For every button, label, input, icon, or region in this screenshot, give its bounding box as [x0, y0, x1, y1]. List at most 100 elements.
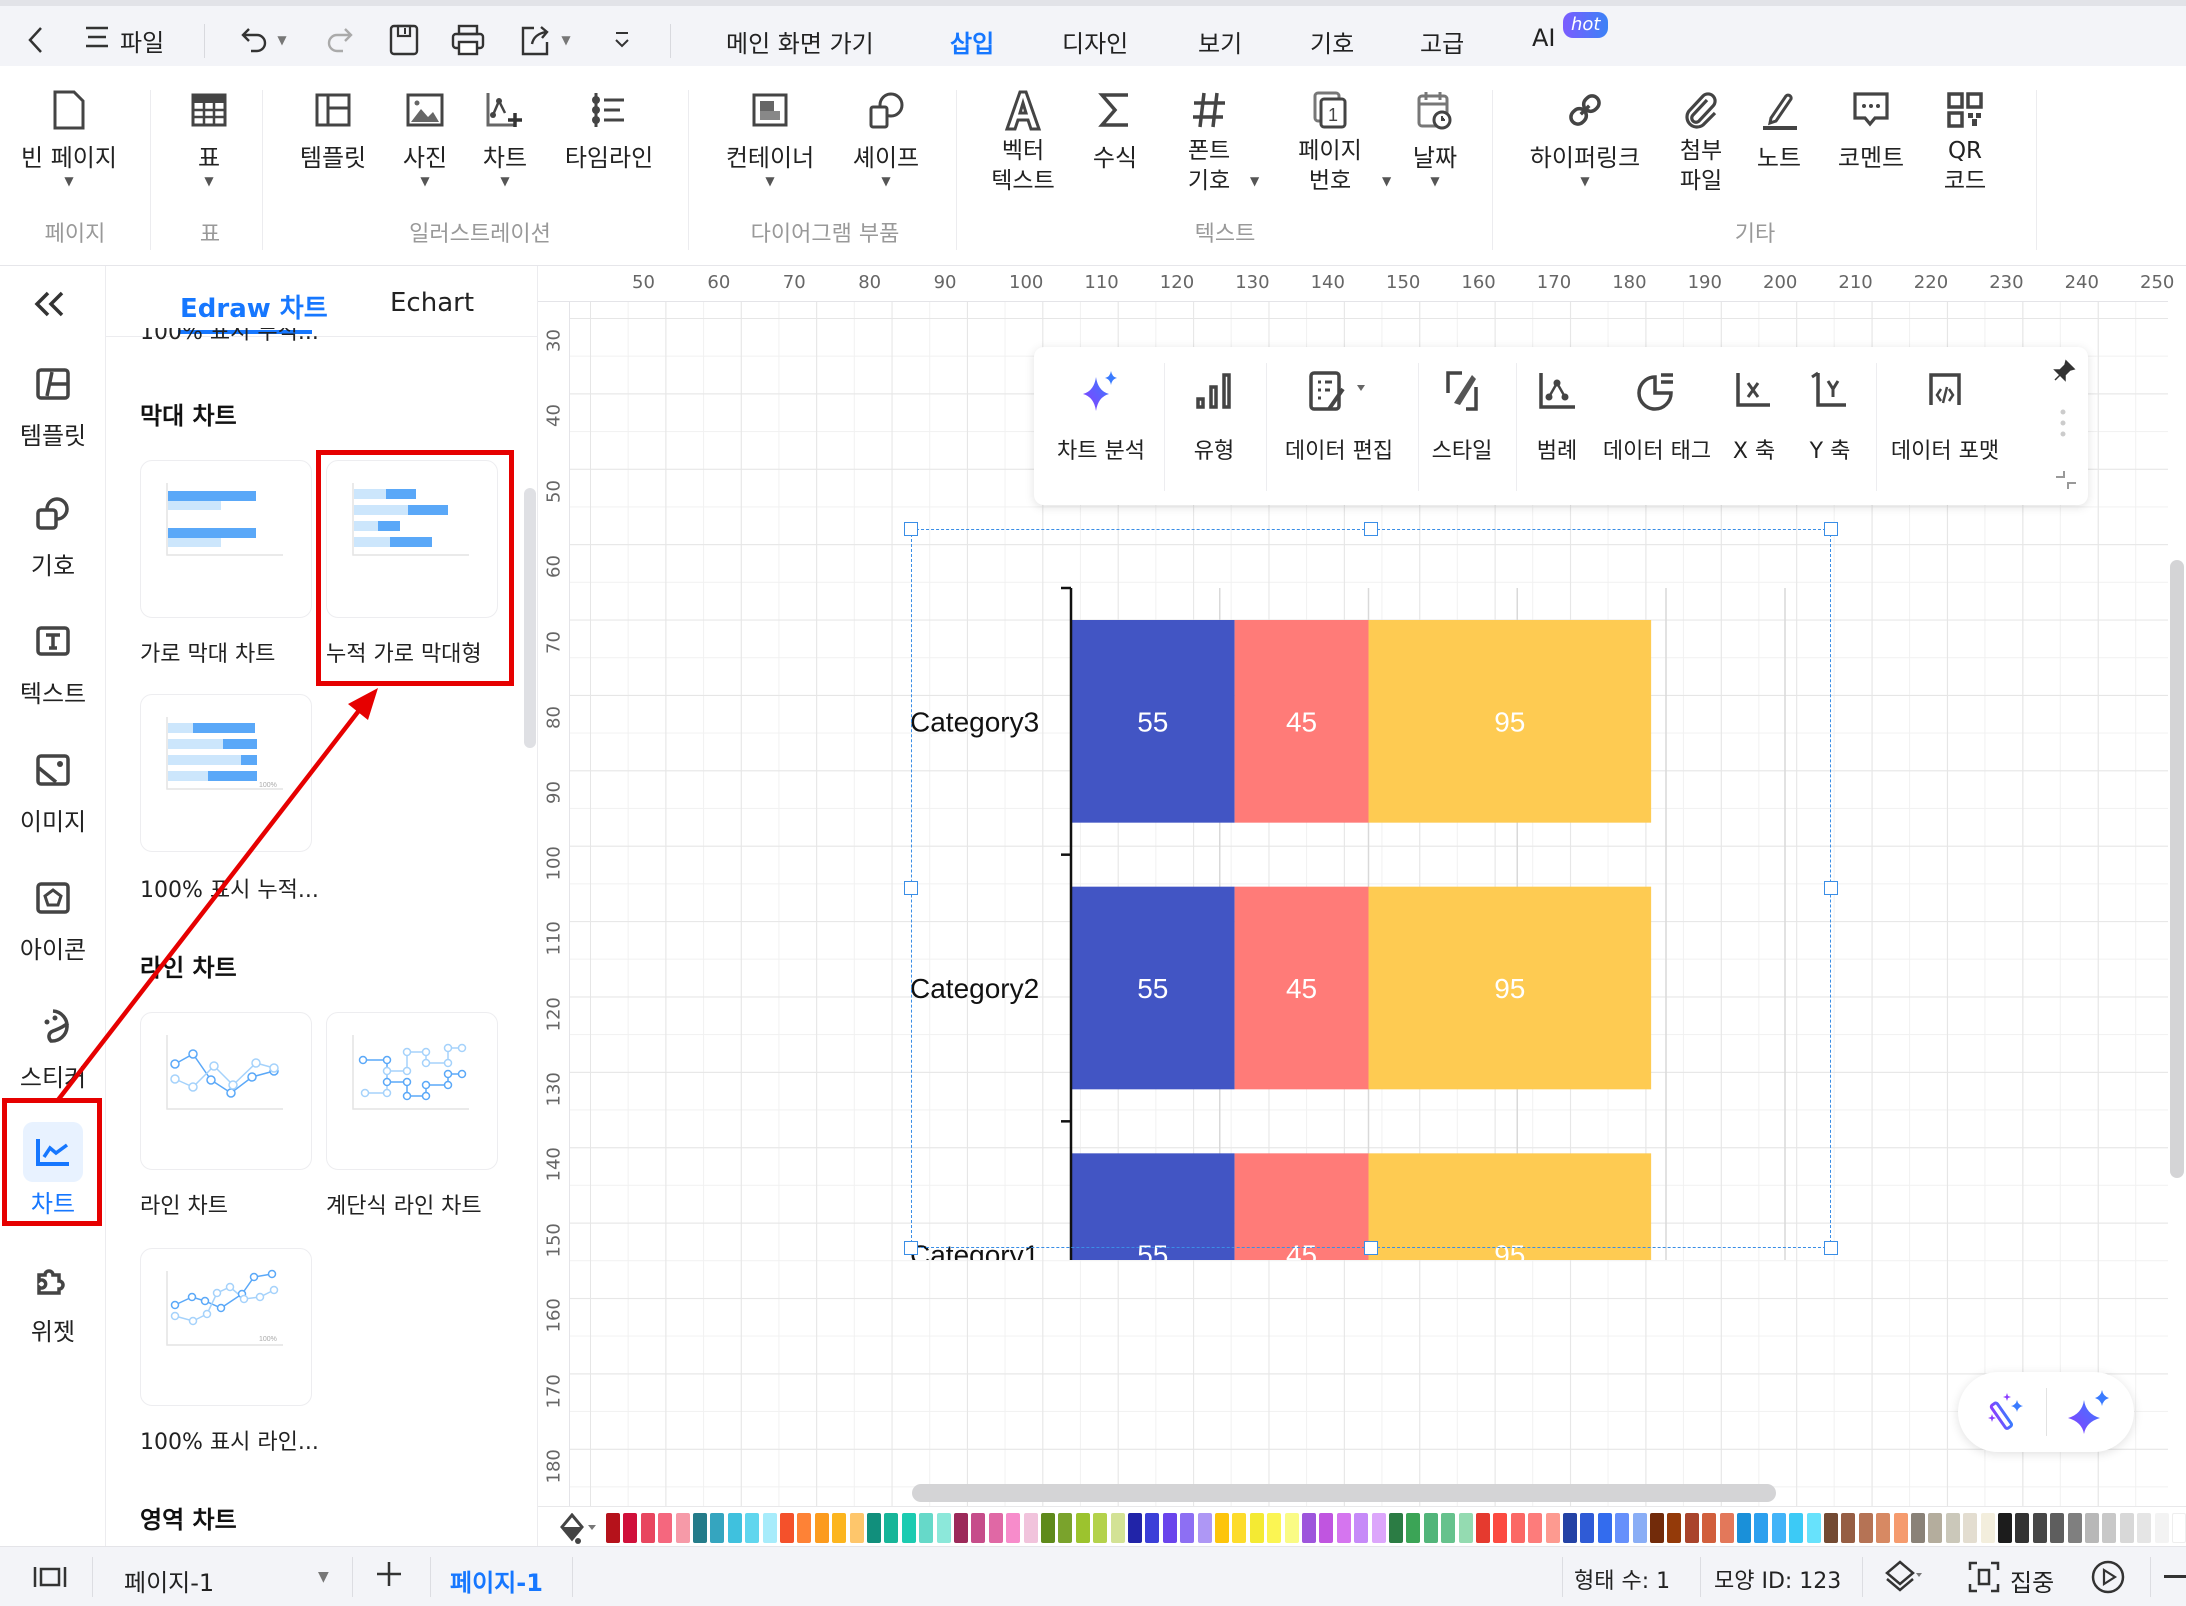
note-button[interactable]: 노트 — [1744, 86, 1814, 174]
color-swatch[interactable] — [1737, 1513, 1751, 1543]
color-swatch[interactable] — [988, 1513, 1003, 1543]
color-swatch[interactable] — [693, 1513, 707, 1543]
color-swatch[interactable] — [710, 1513, 725, 1543]
color-swatch[interactable] — [1876, 1513, 1891, 1543]
color-swatch[interactable] — [1336, 1513, 1351, 1543]
legend-button[interactable]: 범례 — [1522, 367, 1592, 465]
page-dropdown-icon[interactable]: ▼ — [318, 1569, 329, 1585]
tab-view[interactable]: 보기 — [1198, 24, 1242, 59]
color-swatch[interactable] — [1528, 1513, 1543, 1543]
color-swatch[interactable] — [1911, 1513, 1925, 1543]
color-swatch[interactable] — [1806, 1513, 1821, 1543]
color-swatch[interactable] — [1302, 1513, 1316, 1543]
resize-corner-icon[interactable] — [2054, 471, 2078, 495]
color-swatch[interactable] — [1684, 1513, 1699, 1543]
color-swatch[interactable] — [1580, 1513, 1595, 1543]
color-swatch[interactable] — [1563, 1513, 1577, 1543]
color-swatch[interactable] — [1702, 1513, 1717, 1543]
data-format-button[interactable]: 데이터 포맷 — [1880, 367, 2010, 465]
zoom-out-icon[interactable] — [2164, 1575, 2186, 1578]
color-swatch[interactable] — [2067, 1513, 2082, 1543]
color-swatch[interactable] — [640, 1513, 655, 1543]
color-swatch[interactable] — [1162, 1513, 1177, 1543]
tab-home[interactable]: 메인 화면 가기 — [726, 24, 874, 59]
data-tag-button[interactable]: 데이터 태그 — [1602, 367, 1712, 465]
rail-item-image[interactable]: 이미지 — [0, 740, 106, 837]
color-swatch[interactable] — [1041, 1513, 1055, 1543]
color-swatch[interactable] — [971, 1513, 986, 1543]
font-symbol-button[interactable]: 폰트 기호 — [1174, 86, 1244, 196]
file-menu-button[interactable]: 파일 — [84, 18, 164, 62]
color-swatch[interactable] — [606, 1513, 620, 1543]
color-swatch[interactable] — [1354, 1513, 1369, 1543]
template-button[interactable]: 템플릿 — [290, 86, 376, 174]
tab-echart[interactable]: Echart — [390, 288, 474, 318]
pin-icon[interactable] — [2052, 359, 2076, 387]
tab-symbol[interactable]: 기호 — [1310, 24, 1354, 59]
layers-icon[interactable] — [1884, 1559, 1924, 1599]
color-swatch[interactable] — [780, 1513, 794, 1543]
color-swatch[interactable] — [1232, 1513, 1247, 1543]
color-swatch[interactable] — [867, 1513, 881, 1543]
tab-ai[interactable]: AI — [1532, 24, 1556, 52]
color-swatch[interactable] — [884, 1513, 899, 1543]
color-swatch[interactable] — [1145, 1513, 1160, 1543]
x-axis-button[interactable]: X 축 — [1724, 367, 1784, 465]
page-number-button[interactable]: 1 페이지 번호 — [1290, 86, 1370, 196]
color-swatch[interactable] — [745, 1513, 760, 1543]
color-swatch[interactable] — [675, 1513, 690, 1543]
print-icon[interactable] — [450, 22, 486, 58]
timeline-button[interactable]: 타임라인 — [556, 86, 662, 174]
color-swatch[interactable] — [623, 1513, 638, 1543]
chart-type-button[interactable]: 유형 — [1174, 367, 1254, 465]
color-swatch[interactable] — [936, 1513, 951, 1543]
resize-handle-left[interactable] — [904, 881, 918, 895]
more-tools-icon[interactable] — [604, 22, 640, 58]
color-swatch[interactable] — [1319, 1513, 1334, 1543]
color-swatch[interactable] — [1945, 1513, 1960, 1543]
tab-design[interactable]: 디자인 — [1062, 24, 1128, 59]
color-swatch[interactable] — [2015, 1513, 2030, 1543]
resize-handle-bottom-left[interactable] — [904, 1241, 918, 1255]
resize-handle-top-left[interactable] — [904, 522, 918, 536]
color-swatch[interactable] — [814, 1513, 829, 1543]
color-swatch[interactable] — [1980, 1513, 1995, 1543]
save-icon[interactable] — [386, 22, 422, 58]
resize-handle-top-right[interactable] — [1824, 522, 1838, 536]
color-swatch[interactable] — [2050, 1513, 2065, 1543]
color-swatch[interactable] — [1389, 1513, 1403, 1543]
horizontal-scroll-thumb[interactable] — [912, 1484, 1776, 1502]
color-swatch[interactable] — [901, 1513, 916, 1543]
color-swatch[interactable] — [2172, 1513, 2186, 1543]
blank-page-button[interactable]: 빈 페이지 ▼ — [14, 86, 124, 188]
color-swatch[interactable] — [762, 1513, 777, 1543]
color-swatch[interactable] — [1458, 1513, 1473, 1543]
color-swatch[interactable] — [1180, 1513, 1195, 1543]
color-swatch[interactable] — [849, 1513, 864, 1543]
undo-dropdown-icon[interactable]: ▼ — [272, 22, 292, 58]
resize-handle-right[interactable] — [1824, 881, 1838, 895]
tab-advanced[interactable]: 고급 — [1420, 24, 1464, 59]
color-swatch[interactable] — [1928, 1513, 1943, 1543]
collapse-panel-icon[interactable] — [32, 290, 68, 322]
color-swatch[interactable] — [2119, 1513, 2134, 1543]
color-swatch[interactable] — [1963, 1513, 1978, 1543]
page-layout-icon[interactable] — [32, 1563, 68, 1595]
color-swatch[interactable] — [1406, 1513, 1421, 1543]
comment-button[interactable]: 코멘트 — [1826, 86, 1916, 174]
color-swatch[interactable] — [1093, 1513, 1108, 1543]
color-swatch[interactable] — [658, 1513, 673, 1543]
vertical-scroll-thumb[interactable] — [2170, 560, 2184, 1178]
date-button[interactable]: 날짜 ▼ — [1400, 86, 1470, 188]
drag-handle-icon[interactable] — [2060, 409, 2066, 443]
chart-button[interactable]: 차트 ▼ — [470, 86, 540, 188]
edit-data-button[interactable]: 데이터 편집 — [1272, 367, 1406, 465]
color-swatch[interactable] — [1998, 1513, 2012, 1543]
table-button[interactable]: 표 ▼ — [174, 86, 244, 188]
color-swatch[interactable] — [1267, 1513, 1282, 1543]
color-swatch[interactable] — [1128, 1513, 1142, 1543]
chart-thumb-100-line[interactable]: 100% — [140, 1248, 312, 1406]
chart-thumb-horizontal-bar[interactable] — [140, 460, 312, 618]
rail-item-widget[interactable]: 위젯 — [0, 1250, 106, 1347]
color-swatch[interactable] — [1824, 1513, 1838, 1543]
